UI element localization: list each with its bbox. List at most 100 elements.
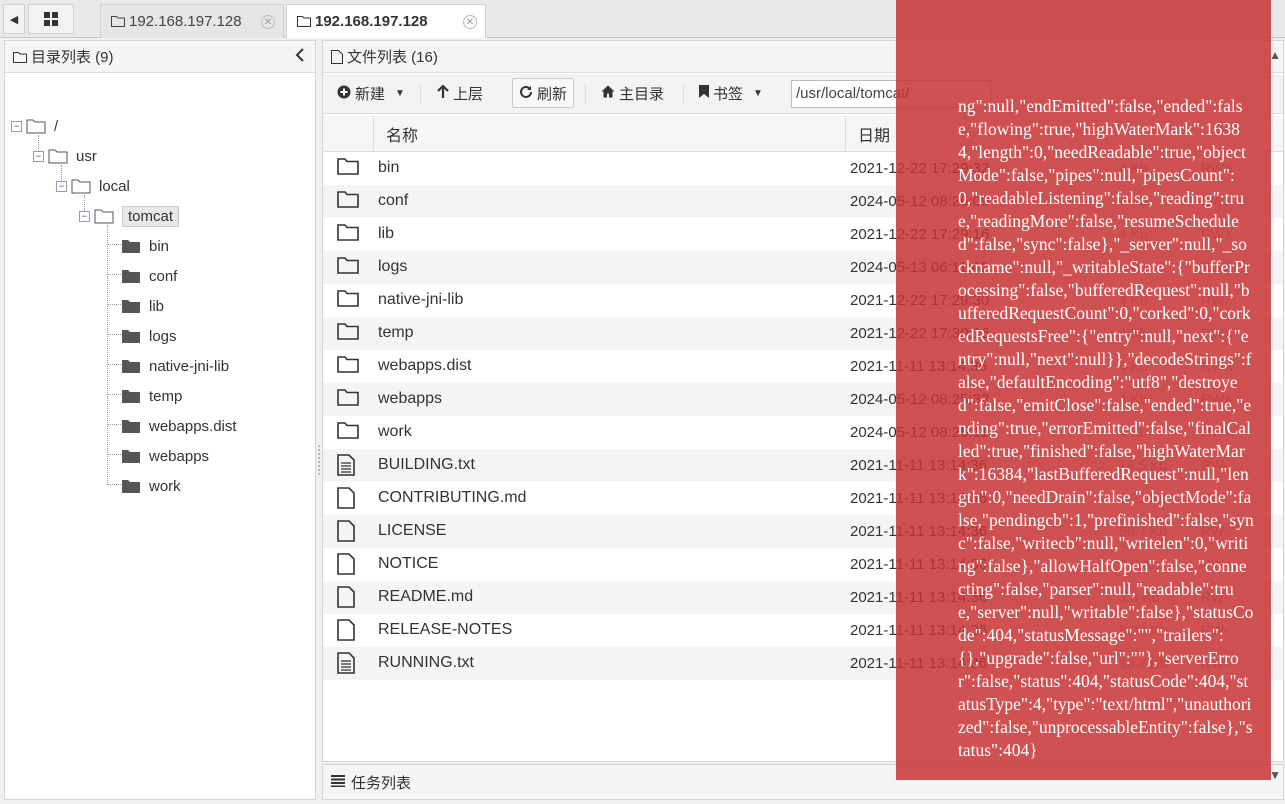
tree-node-child[interactable]: webapps.dist — [121, 414, 237, 438]
folder-icon — [337, 289, 359, 310]
column-header-name[interactable]: 名称 — [373, 116, 845, 152]
folder-closed-icon — [122, 330, 140, 343]
file-name: RUNNING.txt — [378, 654, 474, 671]
file-icon — [331, 49, 343, 64]
file-name: work — [378, 423, 412, 440]
collapse-icon[interactable]: − — [79, 210, 90, 222]
home-button[interactable]: 主目录 — [595, 78, 670, 108]
tree-label: lib — [149, 297, 165, 315]
chevron-left-icon — [295, 48, 304, 62]
tree-node-usr[interactable]: − usr — [33, 144, 97, 168]
file-name: bin — [378, 159, 400, 176]
tree-node-child[interactable]: webapps — [121, 444, 209, 468]
tree-label: temp — [149, 387, 183, 405]
refresh-label: 刷新 — [537, 85, 568, 103]
text-file-icon — [337, 454, 355, 479]
folder-icon — [337, 190, 359, 211]
tree-label: usr — [76, 147, 97, 165]
error-message: ng":null,"endEmitted":false,"ended":fals… — [958, 96, 1254, 760]
file-name: README.md — [378, 588, 474, 605]
directory-panel: 目录列表 (9) − / − usr − local − tomcat bin … — [4, 40, 316, 800]
file-icon — [337, 619, 355, 644]
parent-dir-button[interactable]: 上层 — [431, 78, 489, 108]
refresh-button[interactable]: 刷新 — [512, 78, 575, 108]
up-label: 上层 — [453, 85, 484, 103]
tree-node-local[interactable]: − local — [56, 174, 130, 198]
tree-label: webapps — [149, 447, 210, 465]
tree-label: logs — [149, 327, 177, 345]
close-icon[interactable]: ✕ — [261, 15, 275, 29]
folder-closed-icon — [122, 240, 140, 253]
folder-open-icon — [48, 149, 68, 164]
tree-node-child[interactable]: bin — [121, 234, 169, 258]
tree-node-child[interactable]: work — [121, 474, 181, 498]
app-grid-button[interactable] — [28, 4, 74, 34]
tree-label: native-jni-lib — [149, 357, 230, 375]
tree-label: local — [99, 177, 130, 195]
caret-down-icon: ▼ — [753, 87, 763, 99]
scroll-down-button[interactable]: ▼ — [1269, 768, 1281, 782]
scroll-up-button[interactable]: ▲ — [1269, 48, 1281, 62]
tree-node-tomcat[interactable]: − tomcat — [79, 204, 180, 228]
file-name: logs — [378, 258, 408, 275]
collapse-icon[interactable]: − — [33, 150, 44, 162]
file-name: temp — [378, 324, 414, 341]
refresh-icon — [519, 85, 533, 102]
new-button[interactable]: 新建 ▼ — [331, 78, 411, 108]
tab-scroll-left-button[interactable]: ◀ — [3, 4, 25, 34]
bookmark-icon — [699, 85, 709, 101]
folder-closed-icon — [122, 300, 140, 313]
tree-node-child[interactable]: temp — [121, 384, 182, 408]
home-icon — [601, 85, 615, 101]
folder-icon — [337, 421, 359, 442]
tree-label: bin — [149, 237, 170, 255]
grid-icon — [44, 12, 58, 26]
folder-icon — [337, 223, 359, 244]
home-label: 主目录 — [619, 85, 665, 103]
folder-closed-icon — [122, 480, 140, 493]
plus-circle-icon — [337, 85, 351, 102]
file-name: native-jni-lib — [378, 291, 464, 308]
bookmark-label: 书签 — [713, 85, 744, 103]
bookmark-button[interactable]: 书签 ▼ — [693, 78, 769, 108]
arrow-up-icon — [437, 83, 449, 102]
tree-node-child[interactable]: logs — [121, 324, 177, 348]
file-name: webapps — [378, 390, 443, 407]
tab-label: 192.168.197.128 — [315, 13, 428, 30]
tree-label: / — [54, 117, 59, 135]
new-label: 新建 — [355, 85, 386, 103]
file-name: lib — [378, 225, 395, 242]
folder-closed-icon — [122, 420, 140, 433]
tab-session-1[interactable]: 192.168.197.128 ✕ — [100, 4, 284, 38]
directory-panel-header: 目录列表 (9) — [5, 41, 315, 73]
folder-closed-icon — [122, 450, 140, 463]
collapse-icon[interactable]: − — [56, 180, 67, 192]
tab-session-2[interactable]: 192.168.197.128 ✕ — [286, 4, 486, 38]
folder-icon — [337, 322, 359, 343]
folder-icon — [111, 16, 125, 27]
tree-node-child[interactable]: conf — [121, 264, 177, 288]
tree-node-root[interactable]: − / — [11, 114, 58, 138]
file-name: BUILDING.txt — [378, 456, 475, 473]
folder-icon — [337, 388, 359, 409]
panel-title: 文件列表 (16) — [347, 49, 438, 66]
directory-tree: − / − usr − local − tomcat bin conf lib … — [5, 73, 315, 793]
tree-node-child[interactable]: lib — [121, 294, 164, 318]
close-icon[interactable]: ✕ — [463, 15, 477, 29]
file-icon — [337, 553, 355, 578]
tree-node-child[interactable]: native-jni-lib — [121, 354, 229, 378]
folder-closed-icon — [122, 270, 140, 283]
caret-down-icon: ▼ — [395, 87, 405, 99]
folder-icon — [297, 16, 311, 27]
panel-splitter[interactable] — [317, 40, 321, 800]
list-icon — [331, 774, 345, 791]
file-icon — [337, 487, 355, 512]
error-toast[interactable]: ng":null,"endEmitted":false,"ended":fals… — [896, 0, 1271, 780]
collapse-panel-button[interactable] — [295, 48, 305, 67]
collapse-icon[interactable]: − — [11, 120, 22, 132]
folder-closed-icon — [122, 360, 140, 373]
file-name: webapps.dist — [378, 357, 472, 374]
folder-closed-icon — [122, 390, 140, 403]
file-name: LICENSE — [378, 522, 447, 539]
tree-label: work — [149, 477, 181, 495]
